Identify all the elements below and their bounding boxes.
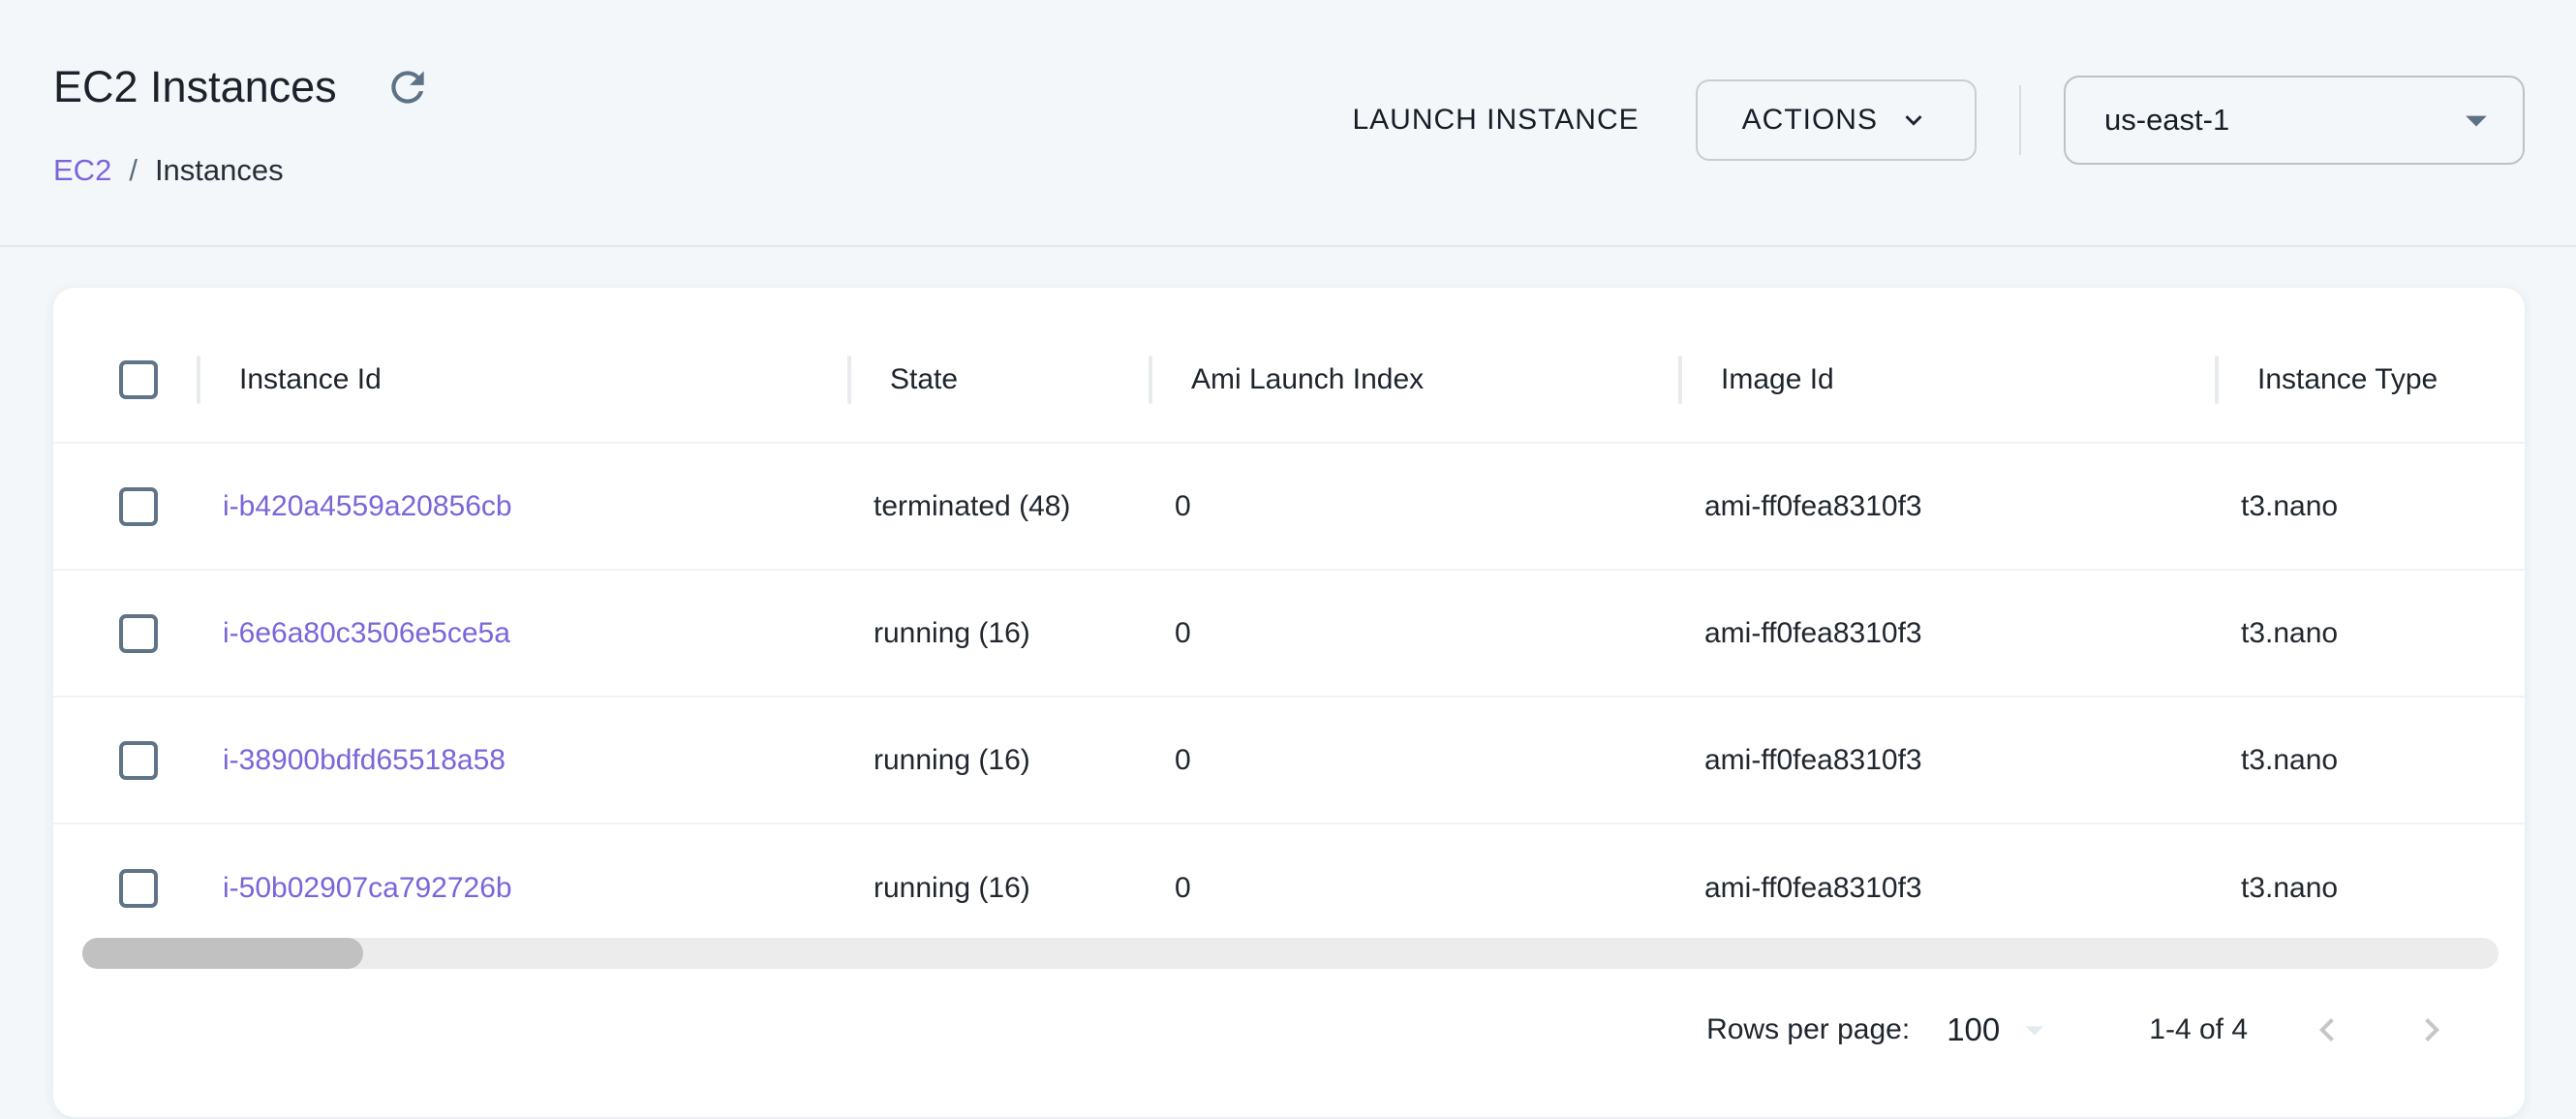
instance-id-link[interactable]: i-6e6a80c3506e5ce5a xyxy=(199,571,849,696)
row-checkbox[interactable] xyxy=(119,869,158,908)
pagination-bar: Rows per page: 100 1-4 of 4 xyxy=(1706,1005,2457,1055)
table-row[interactable]: i-38900bdfd65518a58 running (16) 0 ami-f… xyxy=(53,698,2525,824)
triangle-down-icon xyxy=(2013,1009,2056,1051)
column-header-ami-launch-index[interactable]: Ami Launch Index xyxy=(1150,318,1680,442)
instance-id-link[interactable]: i-b420a4559a20856cb xyxy=(199,444,849,569)
ami-launch-index-cell: 0 xyxy=(1150,571,1680,696)
table-header-row: Instance Id State Ami Launch Index Image… xyxy=(53,318,2525,444)
column-header-instance-id[interactable]: Instance Id xyxy=(199,318,849,442)
row-checkbox[interactable] xyxy=(119,487,158,526)
launch-instance-button[interactable]: LAUNCH INSTANCE xyxy=(1352,104,1639,137)
page-title: EC2 Instances xyxy=(53,62,337,112)
actions-button[interactable]: ACTIONS xyxy=(1696,79,1977,161)
instance-type-cell: t3.nano xyxy=(2217,824,2525,951)
rows-per-page-value: 100 xyxy=(1947,1011,2000,1048)
chevron-down-icon xyxy=(1897,104,1930,137)
header-checkbox-cell xyxy=(53,318,199,442)
ami-launch-index-cell: 0 xyxy=(1150,824,1680,951)
ami-launch-index-cell: 0 xyxy=(1150,444,1680,569)
select-all-checkbox[interactable] xyxy=(119,360,158,399)
instance-id-link[interactable]: i-50b02907ca792726b xyxy=(199,824,849,951)
table-body: i-b420a4559a20856cb terminated (48) 0 am… xyxy=(53,444,2525,951)
refresh-icon xyxy=(383,63,432,111)
refresh-button[interactable] xyxy=(382,61,434,113)
state-cell: running (16) xyxy=(849,698,1150,823)
breadcrumb-current: Instances xyxy=(155,153,284,188)
pagination-range: 1-4 of 4 xyxy=(2149,1013,2248,1046)
chevron-right-icon xyxy=(2408,1007,2455,1053)
instance-id-link[interactable]: i-38900bdfd65518a58 xyxy=(199,698,849,823)
state-cell: running (16) xyxy=(849,571,1150,696)
chevron-left-icon xyxy=(2304,1007,2350,1053)
toolbar-divider xyxy=(2019,85,2021,155)
instance-type-cell: t3.nano xyxy=(2217,444,2525,569)
region-select-value: us-east-1 xyxy=(2104,103,2229,138)
row-checkbox[interactable] xyxy=(119,741,158,780)
breadcrumb-ec2-link[interactable]: EC2 xyxy=(53,153,111,188)
top-header: EC2 Instances EC2 / Instances LAUNCH INS… xyxy=(0,0,2576,247)
column-header-instance-type[interactable]: Instance Type xyxy=(2217,318,2525,442)
breadcrumb: EC2 / Instances xyxy=(53,153,284,188)
table-row[interactable]: i-50b02907ca792726b running (16) 0 ami-f… xyxy=(53,824,2525,951)
image-id-cell: ami-ff0fea8310f3 xyxy=(1680,698,2217,823)
instance-type-cell: t3.nano xyxy=(2217,698,2525,823)
instance-type-cell: t3.nano xyxy=(2217,571,2525,696)
horizontal-scrollbar-thumb[interactable] xyxy=(82,938,363,969)
column-header-state[interactable]: State xyxy=(849,318,1150,442)
image-id-cell: ami-ff0fea8310f3 xyxy=(1680,444,2217,569)
breadcrumb-separator: / xyxy=(129,153,138,188)
column-header-image-id[interactable]: Image Id xyxy=(1680,318,2217,442)
rows-per-page-select[interactable]: 100 xyxy=(1947,1009,2056,1051)
actions-button-label: ACTIONS xyxy=(1742,104,1878,137)
image-id-cell: ami-ff0fea8310f3 xyxy=(1680,824,2217,951)
state-cell: terminated (48) xyxy=(849,444,1150,569)
triangle-down-icon xyxy=(2451,95,2501,145)
instances-table-card: Instance Id State Ami Launch Index Image… xyxy=(53,288,2525,1117)
region-select[interactable]: us-east-1 xyxy=(2064,76,2525,165)
row-checkbox[interactable] xyxy=(119,614,158,653)
state-cell: running (16) xyxy=(849,824,1150,951)
table-row[interactable]: i-b420a4559a20856cb terminated (48) 0 am… xyxy=(53,444,2525,571)
image-id-cell: ami-ff0fea8310f3 xyxy=(1680,571,2217,696)
previous-page-button[interactable] xyxy=(2302,1005,2352,1055)
rows-per-page-label: Rows per page: xyxy=(1706,1013,1910,1046)
horizontal-scrollbar-track[interactable] xyxy=(82,938,2499,969)
next-page-button[interactable] xyxy=(2407,1005,2457,1055)
ami-launch-index-cell: 0 xyxy=(1150,698,1680,823)
table-row[interactable]: i-6e6a80c3506e5ce5a running (16) 0 ami-f… xyxy=(53,571,2525,698)
